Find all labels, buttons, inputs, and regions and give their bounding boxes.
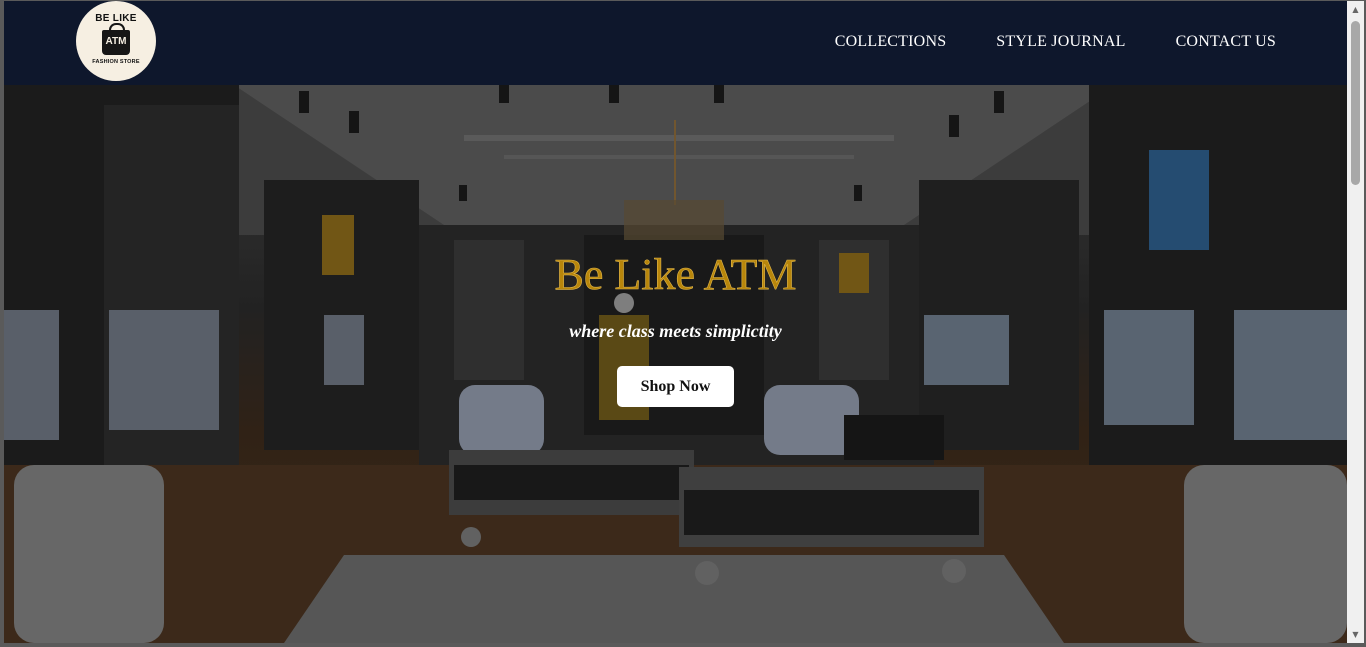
nav-link-collections[interactable]: COLLECTIONS — [835, 33, 947, 51]
hero-subtitle: where class meets simplictity — [569, 321, 782, 341]
hero-section: Be Like ATM where class meets simplictit… — [4, 85, 1347, 643]
hero-title: Be Like ATM — [554, 250, 797, 299]
store-logo[interactable]: BE LIKE ATM FASHION STORE — [76, 1, 156, 81]
scroll-down-arrow-icon[interactable]: ▼ — [1347, 626, 1364, 643]
shopping-bag-icon: ATM — [102, 23, 130, 55]
browser-frame: BE LIKE ATM FASHION STORE COLLECTIONS ST… — [0, 0, 1366, 647]
main-nav: COLLECTIONS STYLE JOURNAL CONTACT US — [835, 33, 1276, 51]
vertical-scrollbar[interactable]: ▲ ▼ — [1347, 1, 1364, 643]
scroll-up-arrow-icon[interactable]: ▲ — [1347, 1, 1364, 18]
scrollbar-thumb[interactable] — [1351, 21, 1360, 185]
shop-now-button[interactable]: Shop Now — [617, 366, 734, 407]
logo-bag-text: ATM — [105, 36, 127, 47]
hero-dark-overlay — [4, 85, 1347, 643]
nav-link-contact-us[interactable]: CONTACT US — [1176, 33, 1276, 51]
nav-link-style-journal[interactable]: STYLE JOURNAL — [996, 33, 1125, 51]
navbar: BE LIKE ATM FASHION STORE COLLECTIONS ST… — [4, 1, 1347, 85]
logo-bottom-text: FASHION STORE — [92, 59, 140, 65]
page-viewport: BE LIKE ATM FASHION STORE COLLECTIONS ST… — [4, 1, 1347, 643]
